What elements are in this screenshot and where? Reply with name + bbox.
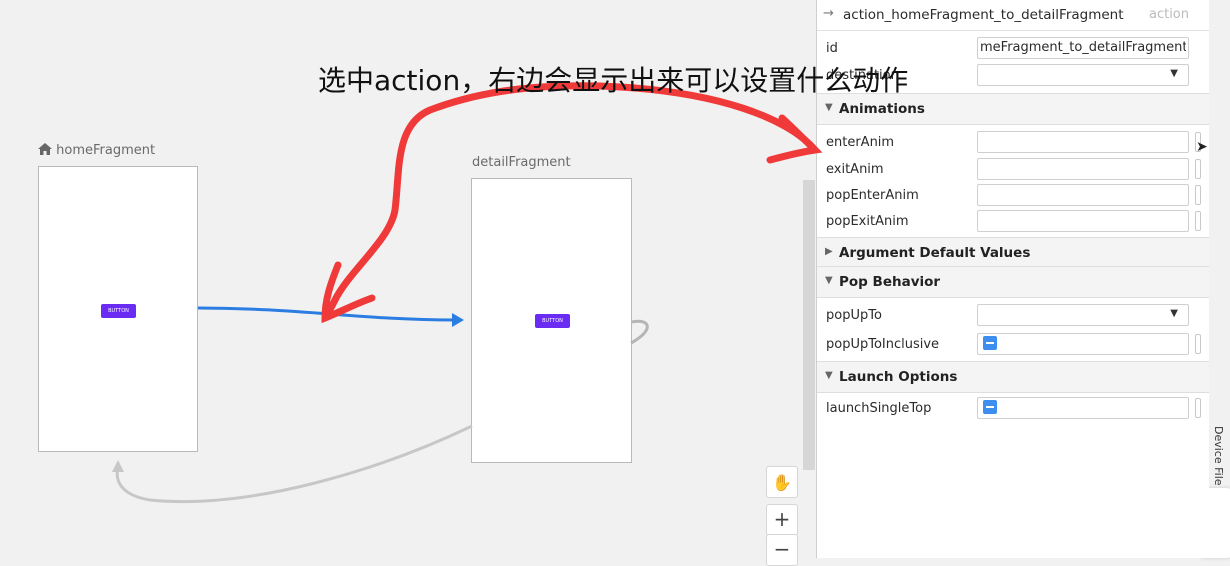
annotation-text: 选中action，右边会显示出来可以设置什么动作	[318, 64, 909, 97]
annotation-curve	[321, 82, 819, 322]
